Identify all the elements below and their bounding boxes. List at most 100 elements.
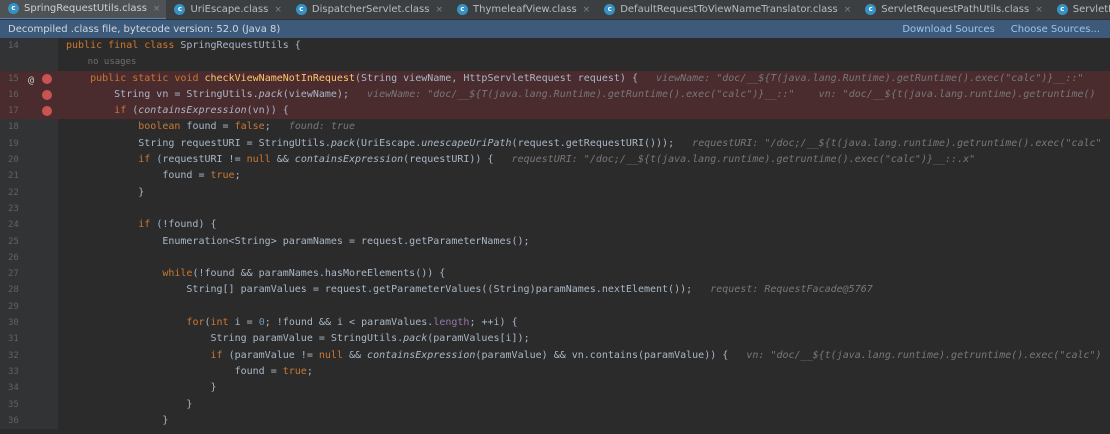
code-line[interactable]: 30 for(int i = 0; !found && i < paramVal… [0,315,1110,332]
code-line[interactable]: 27 while(!found && paramNames.hasMoreEle… [0,266,1110,283]
code-line[interactable]: 31 String paramValue = StringUtils.pack(… [0,331,1110,348]
line-gutter[interactable]: 24 [0,217,58,234]
debug-inline-value: request: RequestFacade@5767 [710,284,873,296]
line-number: 22 [8,187,19,198]
code-token: false [234,121,265,133]
code-line[interactable]: 15 @ public static void checkViewNameNotI… [0,70,1110,87]
code-token: String[] paramValues = request.getParame… [66,284,711,296]
code-line[interactable]: 34 } [0,380,1110,397]
code-line[interactable]: 36 } [0,412,1110,430]
class-file-icon: c [604,4,616,15]
line-gutter[interactable]: 36 [0,412,58,430]
code-token: Enumeration<String> paramNames = request… [66,235,530,247]
tab-dispatcherservlet-class[interactable]: c DispatcherServlet.class × [288,0,449,19]
line-gutter[interactable]: 30 [0,315,58,332]
line-number: 21 [8,171,19,182]
line-gutter[interactable] [0,54,58,71]
code-token: public final class [66,40,181,51]
code-line[interactable]: 14 public final class SpringRequestUtils … [0,38,1110,55]
line-gutter[interactable]: 35 [0,396,58,413]
code-line[interactable]: 35 } [0,396,1110,413]
code-text: if (containsExpression(vn)) { [66,103,289,119]
tab-close-icon[interactable]: × [1035,5,1043,15]
code-text: found = true; [66,364,313,380]
code-text: } [66,397,192,413]
tab-label: ServletRequestPathUtils.class [881,4,1030,15]
code-line[interactable]: 32 if (paramValue != null && containsExp… [0,347,1110,364]
code-token: } [66,186,145,198]
code-token: containsExpression [367,349,476,361]
code-editor[interactable]: 14 public final class SpringRequestUtils … [0,38,1110,434]
line-gutter[interactable]: 17 [0,103,58,120]
code-token: found = [66,170,211,182]
code-token: unescapeUriPath [421,137,512,149]
code-token: (requestURI)) { [403,154,512,166]
code-line[interactable]: 18 boolean found = false; found: true [0,119,1110,136]
code-line[interactable]: 19 String requestURI = StringUtils.pack(… [0,135,1110,153]
code-token: (viewName); [282,88,368,100]
code-line[interactable]: 28 String[] paramValues = request.getPar… [0,282,1110,299]
line-gutter[interactable]: 26 [0,249,58,267]
code-token: null [318,349,349,361]
tab-uriescape-class[interactable]: c UriEscape.class × [166,0,287,19]
line-gutter[interactable]: 22 [0,184,58,201]
line-gutter[interactable]: 18 [0,119,58,136]
download-sources-link[interactable]: Download Sources [902,24,994,35]
tab-servletrequestpathutils-class[interactable]: c ServletRequestPathUtils.class × [857,0,1049,19]
tab-springrequestutils-class[interactable]: c SpringRequestUtils.class × [0,0,167,19]
tab-close-icon[interactable]: × [274,5,282,15]
code-line[interactable]: 16 String vn = StringUtils.pack(viewName… [0,86,1110,104]
code-line[interactable]: 24 if (!found) { [0,217,1110,234]
tab-close-icon[interactable]: × [583,5,591,15]
code-line[interactable]: 17 if (containsExpression(vn)) { [0,103,1110,120]
line-gutter[interactable]: 28 [0,282,58,299]
code-line[interactable]: 21 found = true; [0,168,1110,185]
code-token: ; [306,365,313,377]
code-line[interactable]: 26 [0,249,1110,267]
code-token: && [276,154,295,166]
code-text: } [66,380,216,396]
line-gutter[interactable]: 34 [0,380,58,397]
line-gutter[interactable]: 29 [0,298,58,316]
line-number: 29 [8,301,19,312]
line-gutter[interactable]: 14 [0,38,58,55]
line-gutter[interactable]: 20 [0,152,58,169]
code-line[interactable]: 25 Enumeration<String> paramNames = requ… [0,233,1110,250]
code-line[interactable]: no usages [0,54,1110,71]
tab-thymeleafview-class[interactable]: c ThymeleafView.class × [449,0,596,19]
code-line[interactable]: 20 if (requestURI != null && containsExp… [0,152,1110,169]
tab-defaultrequesttoviewnametranslator-class[interactable]: c DefaultRequestToViewNameTranslator.clas… [596,0,857,19]
tab-close-icon[interactable]: × [844,5,852,15]
line-gutter[interactable]: 16 [0,86,58,104]
line-gutter[interactable]: 21 [0,168,58,185]
code-line[interactable]: 29 [0,298,1110,316]
code-line[interactable]: 22 } [0,184,1110,201]
line-gutter[interactable]: 15 @ [0,70,58,87]
line-gutter[interactable]: 27 [0,266,58,283]
line-gutter[interactable]: 23 [0,200,58,218]
tab-label: SpringRequestUtils.class [24,3,147,14]
debug-inline-value: viewName: "doc/__${T(java.lang.Runtime).… [367,88,1096,100]
line-gutter[interactable]: 32 [0,347,58,364]
breakpoint-icon[interactable] [42,89,52,100]
line-gutter[interactable]: 33 [0,363,58,381]
code-text: String requestURI = StringUtils.pack(Uri… [66,136,1101,152]
tab-close-icon[interactable]: × [435,5,443,15]
code-line[interactable]: 33 found = true; [0,363,1110,381]
choose-sources-link[interactable]: Choose Sources... [1011,24,1100,35]
line-gutter[interactable]: 25 [0,233,58,250]
code-text: while(!found && paramNames.hasMoreElemen… [66,266,445,282]
code-token: if [114,105,133,117]
breakpoint-icon[interactable] [42,106,52,117]
breakpoint-icon[interactable] [42,73,52,84]
tab-servletinvocablehandlermet[interactable]: cServletInvocableHandlerMet⌄ [1049,0,1110,19]
code-token: if [138,219,157,231]
line-gutter[interactable]: 31 [0,331,58,348]
line-gutter[interactable]: 19 [0,135,58,153]
code-text: } [66,413,168,429]
code-line[interactable]: 23 [0,200,1110,218]
tab-close-icon[interactable]: × [153,4,161,14]
